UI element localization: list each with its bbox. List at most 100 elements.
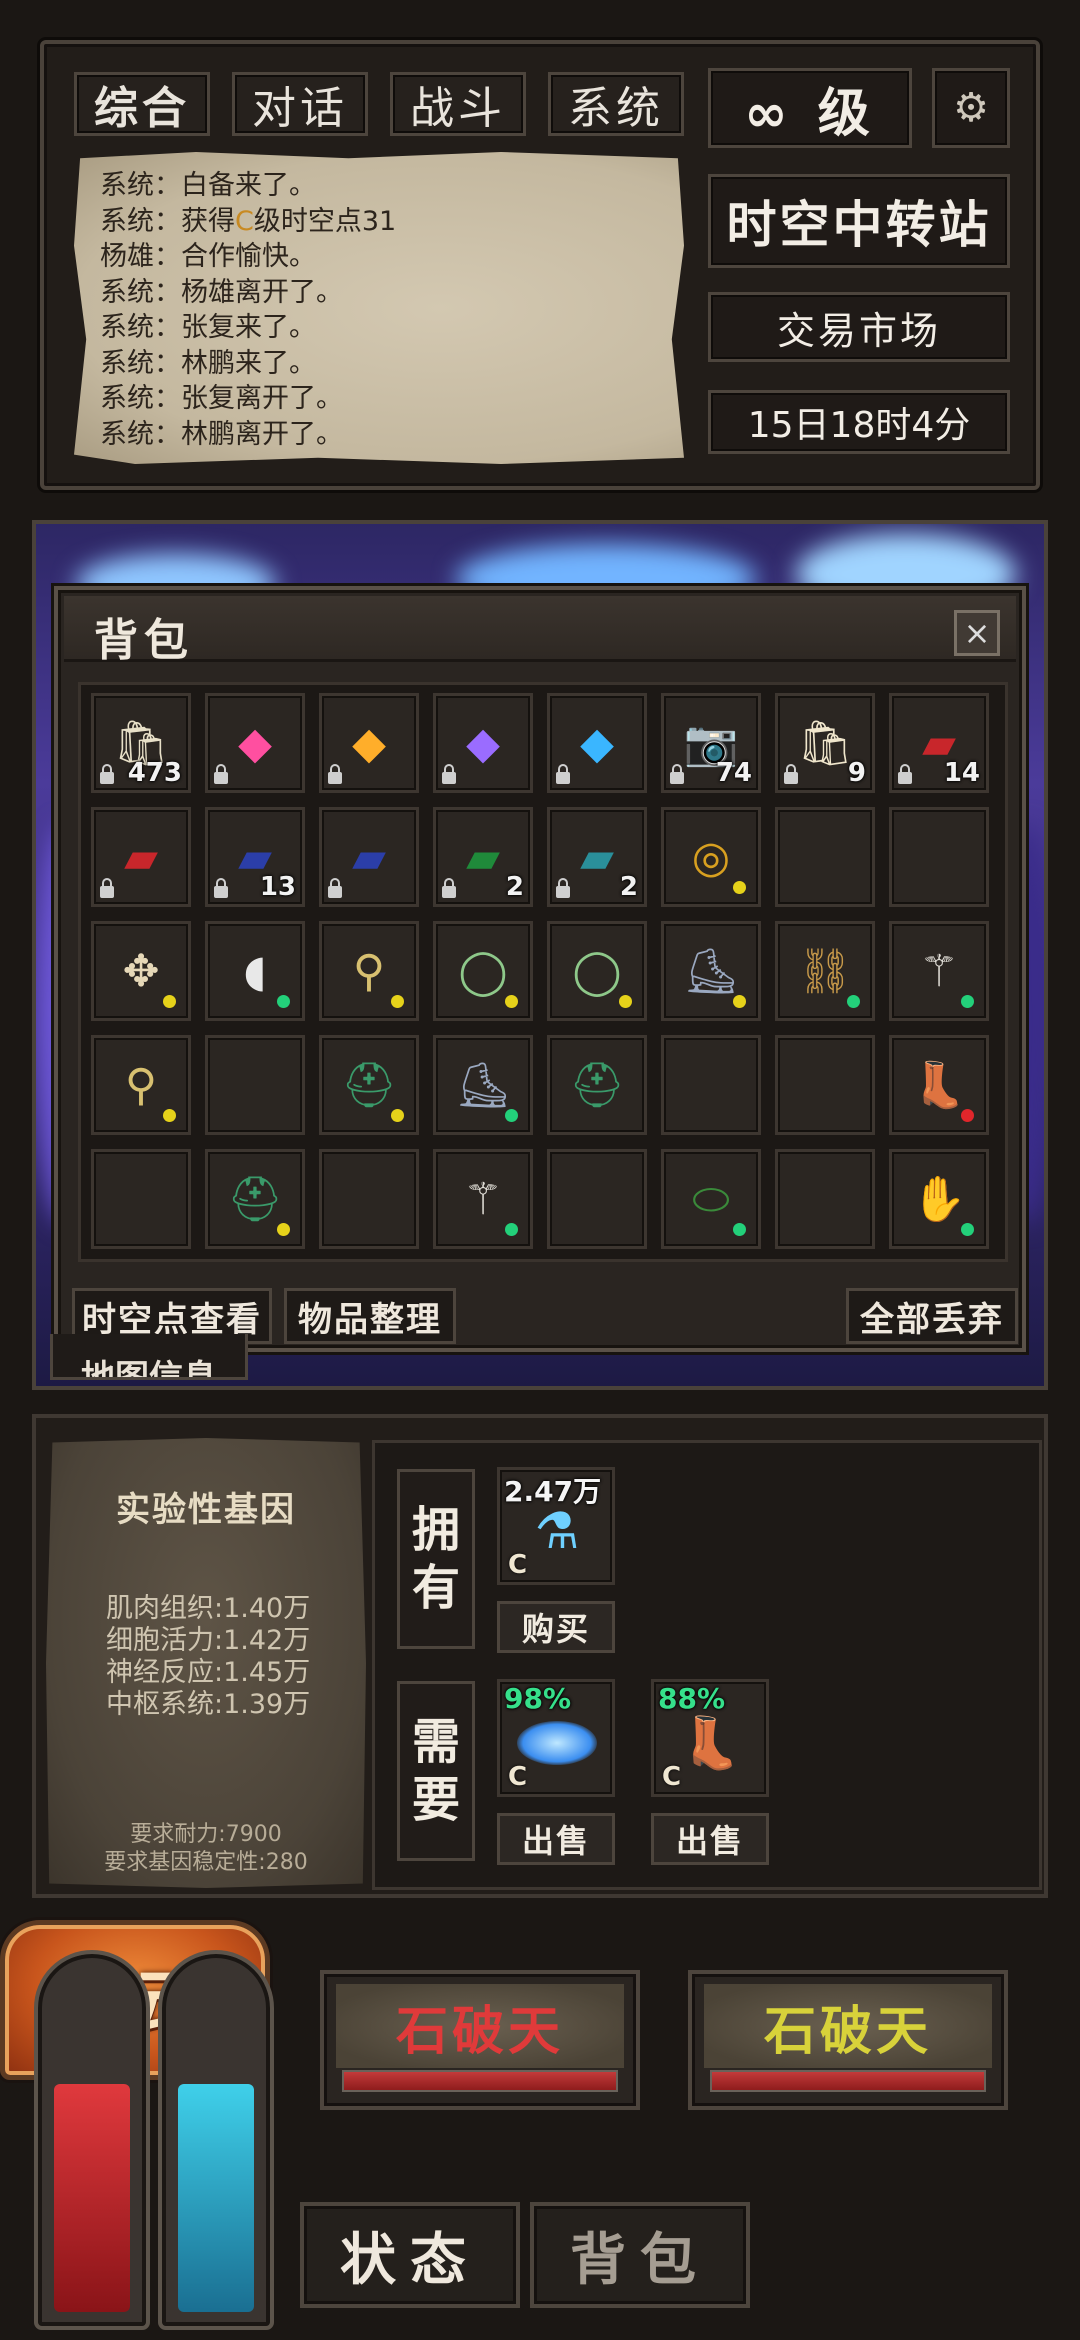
- empty-inventory-slot[interactable]: [547, 1149, 647, 1249]
- settings-button[interactable]: ⚙: [932, 68, 1010, 148]
- time-space-station-button[interactable]: 时空中转站: [708, 174, 1010, 268]
- inventory-slot[interactable]: 🛍 9: [775, 693, 875, 793]
- owned-item-slot[interactable]: ⚗ 2.47万 C: [497, 1467, 615, 1585]
- tab-general[interactable]: 综合: [74, 72, 210, 136]
- lock-icon: [214, 878, 228, 898]
- item-grade: C: [662, 1762, 682, 1792]
- sell-button[interactable]: 出售: [651, 1813, 769, 1865]
- inventory-slot[interactable]: ◆: [547, 693, 647, 793]
- inventory-slot[interactable]: ✋: [889, 1149, 989, 1249]
- lock-icon: [100, 764, 114, 784]
- inventory-slot[interactable]: ▰ 2: [547, 807, 647, 907]
- item-count: 2: [619, 872, 638, 902]
- own-label: 拥 有: [397, 1469, 475, 1649]
- enemy-card[interactable]: 石破天: [688, 1970, 1008, 2110]
- quality-dot: [961, 1223, 974, 1236]
- need-label-char-1: 需: [411, 1714, 460, 1770]
- sell-button[interactable]: 出售: [497, 1813, 615, 1865]
- quality-dot: [961, 1109, 974, 1122]
- empty-inventory-slot[interactable]: [775, 807, 875, 907]
- map-info-tab[interactable]: 地图信息: [50, 1334, 248, 1380]
- empty-inventory-slot[interactable]: [775, 1035, 875, 1135]
- lock-icon: [328, 764, 342, 784]
- empty-inventory-slot[interactable]: [205, 1035, 305, 1135]
- tab-system[interactable]: 系统: [548, 72, 684, 136]
- log-text: 系统：张复离开了。: [100, 383, 343, 414]
- lock-icon: [214, 764, 228, 784]
- inventory-slot[interactable]: ⛸: [661, 921, 761, 1021]
- drop-all-button[interactable]: 全部丢弃: [846, 1288, 1018, 1344]
- log-highlight: C: [235, 205, 254, 237]
- gene-stat-central: 中枢系统:1.39万: [106, 1689, 311, 1720]
- game-time: 15日18时4分: [708, 390, 1010, 454]
- inventory-slot[interactable]: ⬭: [661, 1149, 761, 1249]
- empty-inventory-slot[interactable]: [889, 807, 989, 907]
- lock-icon: [898, 764, 912, 784]
- inventory-slot[interactable]: ◯: [547, 921, 647, 1021]
- inventory-slot[interactable]: 👢: [889, 1035, 989, 1135]
- mp-vial-fill: [178, 2084, 254, 2312]
- inventory-slot[interactable]: ⛑: [205, 1149, 305, 1249]
- log-text: 系统：白备来了。: [100, 170, 316, 201]
- trade-market-button[interactable]: 交易市场: [708, 292, 1010, 362]
- inventory-slot[interactable]: ⛑: [547, 1035, 647, 1135]
- status-button[interactable]: 状态: [300, 2202, 520, 2308]
- requirement-stability: 要求基因稳定性:280: [104, 1850, 308, 1875]
- item-count: 9: [847, 758, 866, 788]
- bag-window: 背包 × 🛍 473 ◆ ◆ ◆ ◆ 📷 74 🛍 9 ▰ 14 ▰ ▰ 13 ▰ ▰ 2 ▰ 2 ◎ ✥ ◖ ⚲ ◯ ◯ ⛸ ⛓ ⚚ ⚲…: [54, 586, 1026, 1352]
- inventory-slot[interactable]: ⚲: [91, 1035, 191, 1135]
- message-log[interactable]: 系统：白备来了。 系统：获得C级时空点31 杨雄：合作愉快。 系统：杨雄离开了。 系统：…: [74, 152, 684, 464]
- quality-dot: [391, 995, 404, 1008]
- inventory-grid: 🛍 473 ◆ ◆ ◆ ◆ 📷 74 🛍 9 ▰ 14 ▰ ▰ 13 ▰ ▰ 2 ▰ 2 ◎ ✥ ◖ ⚲ ◯ ◯ ⛸ ⛓ ⚚ ⚲ ⛑ ⛸ ⛑ 👢 ⛑…: [78, 682, 1008, 1262]
- inventory-slot[interactable]: ⚚: [433, 1149, 533, 1249]
- lock-icon: [670, 764, 684, 784]
- gene-trade-area: 拥 有 需 要 ⚗ 2.47万 C 购买 98% C 出售 👢 88% C 出售: [372, 1440, 1042, 1890]
- inventory-slot[interactable]: ◯: [433, 921, 533, 1021]
- inventory-slot[interactable]: ▰ 2: [433, 807, 533, 907]
- empty-inventory-slot[interactable]: [661, 1035, 761, 1135]
- inventory-slot[interactable]: ▰: [319, 807, 419, 907]
- inventory-slot[interactable]: ✥: [91, 921, 191, 1021]
- inventory-slot[interactable]: ▰: [91, 807, 191, 907]
- quality-dot: [619, 995, 632, 1008]
- enemy-hp-fill: [712, 2072, 984, 2090]
- inventory-slot[interactable]: 📷 74: [661, 693, 761, 793]
- inventory-slot[interactable]: ◆: [319, 693, 419, 793]
- quality-dot: [961, 995, 974, 1008]
- item-count: 473: [127, 758, 182, 788]
- buy-button[interactable]: 购买: [497, 1601, 615, 1653]
- inventory-slot[interactable]: ⛑: [319, 1035, 419, 1135]
- log-text: 系统：张复来了。: [100, 312, 316, 343]
- inventory-slot[interactable]: ◎: [661, 807, 761, 907]
- inventory-slot[interactable]: ▰ 14: [889, 693, 989, 793]
- inventory-slot[interactable]: ⚲: [319, 921, 419, 1021]
- inventory-slot[interactable]: ⚚: [889, 921, 989, 1021]
- inventory-slot[interactable]: ◖: [205, 921, 305, 1021]
- needed-item-slot[interactable]: 👢 88% C: [651, 1679, 769, 1797]
- needed-item-slot[interactable]: 98% C: [497, 1679, 615, 1797]
- quality-dot: [391, 1109, 404, 1122]
- log-line: 系统：白备来了。: [100, 168, 658, 204]
- inventory-slot[interactable]: ⛓: [775, 921, 875, 1021]
- empty-inventory-slot[interactable]: [775, 1149, 875, 1249]
- lock-icon: [556, 764, 570, 784]
- inventory-slot[interactable]: 🛍 473: [91, 693, 191, 793]
- bag-title: 背包: [94, 615, 194, 666]
- quality-dot: [505, 1223, 518, 1236]
- tab-dialogue[interactable]: 对话: [232, 72, 368, 136]
- inventory-slot[interactable]: ◆: [205, 693, 305, 793]
- close-button[interactable]: ×: [954, 610, 1000, 656]
- empty-inventory-slot[interactable]: [91, 1149, 191, 1249]
- log-line: 系统：张复离开了。: [100, 381, 658, 417]
- enemy-name: 石破天: [395, 2001, 564, 2062]
- lock-icon: [442, 764, 456, 784]
- enemy-card[interactable]: 石破天: [320, 1970, 640, 2110]
- empty-inventory-slot[interactable]: [319, 1149, 419, 1249]
- inventory-slot[interactable]: ⛸: [433, 1035, 533, 1135]
- bag-button[interactable]: 背包: [530, 2202, 750, 2308]
- inventory-slot[interactable]: ▰ 13: [205, 807, 305, 907]
- need-label: 需 要: [397, 1681, 475, 1861]
- sort-items-button[interactable]: 物品整理: [284, 1288, 456, 1344]
- inventory-slot[interactable]: ◆: [433, 693, 533, 793]
- tab-battle[interactable]: 战斗: [390, 72, 526, 136]
